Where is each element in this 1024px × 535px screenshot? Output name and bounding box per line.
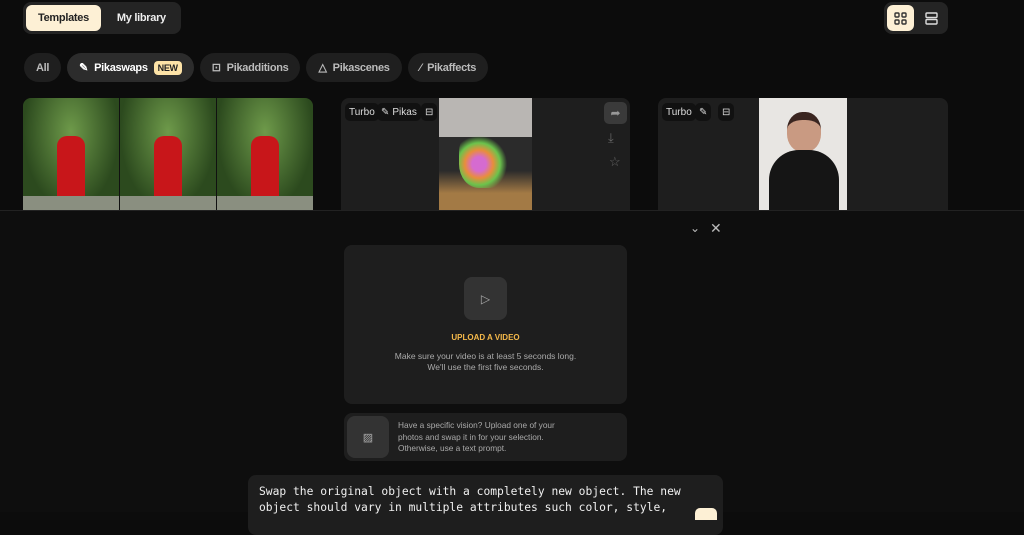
thumbnail-frame — [23, 98, 119, 210]
frame-icon: ⊟ — [718, 103, 735, 121]
upload-video-button[interactable]: ▷ — [464, 277, 507, 320]
swap-wand-icon: ✎ — [79, 62, 89, 74]
tab-templates[interactable]: Templates — [26, 5, 101, 31]
template-card-3[interactable]: Turbo ✎ ⊟ — [658, 98, 948, 210]
filter-pikascenes[interactable]: △ Pikascenes — [306, 53, 402, 82]
filter-label: Pikadditions — [226, 61, 289, 74]
swap-wand-icon: ✎ — [695, 103, 712, 121]
upload-video-dropzone[interactable]: ▷ UPLOAD A VIDEO Make sure your video is… — [344, 245, 627, 404]
submit-button[interactable] — [695, 508, 717, 520]
list-view-button[interactable] — [918, 5, 945, 31]
library-tabs: Templates My library — [23, 2, 181, 34]
upload-desc-2: We'll use the first five seconds. — [427, 362, 544, 372]
filter-pikadditions[interactable]: ⊡ Pikadditions — [199, 53, 301, 82]
tab-my-library[interactable]: My library — [105, 5, 178, 31]
shapes-icon: △ — [318, 62, 327, 74]
video-thumbnail — [439, 98, 532, 210]
new-badge: NEW — [153, 60, 182, 75]
list-view-icon — [925, 11, 938, 25]
share-button[interactable]: ➦ — [604, 102, 627, 124]
turbo-tag: Turbo — [345, 103, 379, 121]
filter-label: Pikascenes — [332, 61, 390, 74]
pikaswaps-tag: ✎ Pikas — [377, 103, 421, 121]
hint-text: Have a specific vision? Upload one of yo… — [398, 420, 555, 453]
image-plus-icon: ▨ — [362, 431, 374, 444]
thumbnail-frame — [120, 98, 216, 210]
upload-image-button[interactable]: ▨ — [347, 416, 389, 458]
swap-panel: ⌄ ✕ ▷ UPLOAD A VIDEO Make sure your vide… — [0, 210, 1024, 535]
filter-pikaswaps[interactable]: ✎ Pikaswaps NEW — [67, 53, 194, 82]
filter-all[interactable]: All — [24, 53, 62, 82]
add-frame-icon: ⊡ — [211, 62, 221, 74]
collapse-icon[interactable]: ⌄ — [690, 221, 700, 235]
star-icon[interactable]: ☆ — [609, 154, 621, 170]
filter-label: Pikaffects — [427, 61, 477, 74]
close-icon[interactable]: ✕ — [710, 220, 722, 237]
thumbnail-frame — [217, 98, 313, 210]
magic-wand-icon: ⁄ — [419, 61, 422, 74]
download-icon[interactable]: ⤓ — [608, 130, 614, 146]
template-card-1[interactable] — [23, 98, 313, 210]
prompt-input[interactable]: Swap the original object with a complete… — [248, 475, 723, 535]
video-thumbnail — [759, 98, 847, 210]
grid-view-button[interactable] — [887, 5, 914, 31]
turbo-tag: Turbo — [662, 103, 696, 121]
swap-wand-icon: ✎ — [381, 106, 390, 118]
filter-label: Pikaswaps — [94, 61, 148, 74]
frame-icon: ⊟ — [421, 103, 438, 121]
upload-title: UPLOAD A VIDEO — [451, 333, 520, 342]
filter-chips: All ✎ Pikaswaps NEW ⊡ Pikadditions △ Pikasce… — [24, 53, 489, 82]
template-card-2[interactable]: Turbo ✎ Pikas ⊟ ➦ ⤓ ☆ — [341, 98, 630, 210]
upload-desc-1: Make sure your video is at least 5 secon… — [394, 351, 577, 361]
image-swap-hint: ▨ Have a specific vision? Upload one of … — [344, 413, 627, 461]
video-plus-icon: ▷ — [480, 291, 491, 306]
filter-label: All — [36, 61, 50, 74]
grid-view-icon — [894, 11, 907, 25]
view-toggle — [884, 2, 948, 34]
filter-pikaffects[interactable]: ⁄ Pikaffects — [407, 53, 489, 82]
